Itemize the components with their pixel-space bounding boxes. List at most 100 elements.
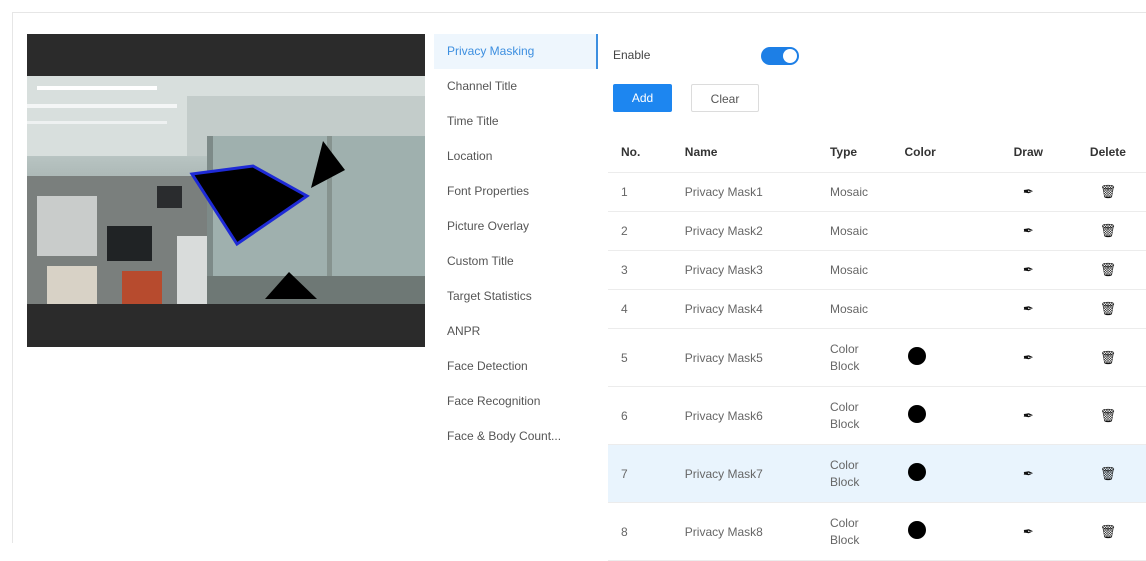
draw-cell: ✒: [986, 250, 1070, 290]
trash-icon[interactable]: 🗑: [1100, 262, 1117, 278]
menu-item-face-detection[interactable]: Face Detection: [434, 349, 598, 384]
table-row[interactable]: 6 Privacy Mask6 Color Block ✒ 🗑: [608, 386, 1146, 445]
table-row[interactable]: 8 Privacy Mask8 Color Block ✒ 🗑: [608, 502, 1146, 561]
trash-icon[interactable]: 🗑: [1100, 524, 1117, 540]
table-row[interactable]: 1 Privacy Mask1 Mosaic ✒ 🗑: [608, 172, 1146, 212]
header-color: Color: [903, 132, 987, 173]
mask-type-cell: Mosaic: [828, 211, 904, 251]
delete-cell: 🗑: [1069, 386, 1146, 445]
video-preview[interactable]: [27, 34, 425, 347]
mask-type-cell: Color Block: [828, 328, 904, 387]
enable-label: Enable: [613, 48, 651, 62]
mask-name: Privacy Mask6: [683, 386, 829, 445]
mask-type-cell: Mosaic: [828, 172, 904, 212]
mask-color-cell: [903, 502, 987, 561]
mask-type: Mosaic: [829, 301, 868, 316]
mask-name: Privacy Mask2: [683, 211, 829, 251]
header-no: No.: [608, 132, 684, 173]
row-number: 6: [608, 386, 684, 445]
mask-color-cell: [903, 289, 987, 329]
toggle-knob: [783, 49, 797, 63]
menu-item-custom-title[interactable]: Custom Title: [434, 244, 598, 279]
mask-type-cell: Color Block: [828, 444, 904, 503]
pencil-icon[interactable]: ✒: [1023, 350, 1034, 366]
delete-cell: 🗑: [1069, 328, 1146, 387]
mask-name: Privacy Mask1: [683, 172, 829, 212]
row-number: 5: [608, 328, 684, 387]
header-type: Type: [828, 132, 904, 173]
header-draw: Draw: [986, 132, 1070, 173]
color-swatch[interactable]: [907, 463, 926, 481]
mask-name: Privacy Mask3: [683, 250, 829, 290]
delete-cell: 🗑: [1069, 250, 1146, 290]
pencil-icon[interactable]: ✒: [1023, 524, 1034, 540]
menu-item-face-body-count[interactable]: Face & Body Count...: [434, 419, 598, 454]
menu-item-time-title[interactable]: Time Title: [434, 104, 598, 139]
add-button[interactable]: Add: [613, 84, 672, 112]
enable-toggle[interactable]: [761, 47, 799, 65]
draw-cell: ✒: [986, 444, 1070, 503]
mask-type-cell: Mosaic: [828, 289, 904, 329]
row-number: 1: [608, 172, 684, 212]
draw-cell: ✒: [986, 502, 1070, 561]
table-row[interactable]: 5 Privacy Mask5 Color Block ✒ 🗑: [608, 328, 1146, 387]
row-number: 3: [608, 250, 684, 290]
trash-icon[interactable]: 🗑: [1100, 301, 1117, 317]
delete-cell: 🗑: [1069, 502, 1146, 561]
table-row[interactable]: 3 Privacy Mask3 Mosaic ✒ 🗑: [608, 250, 1146, 290]
trash-icon[interactable]: 🗑: [1100, 223, 1117, 239]
pencil-icon[interactable]: ✒: [1023, 184, 1034, 200]
mask-name: Privacy Mask7: [683, 444, 829, 503]
trash-icon[interactable]: 🗑: [1100, 408, 1117, 424]
side-menu: Privacy Masking Channel Title Time Title Lo…: [434, 34, 598, 454]
row-number: 2: [608, 211, 684, 251]
delete-cell: 🗑: [1069, 211, 1146, 251]
menu-item-face-recognition[interactable]: Face Recognition: [434, 384, 598, 419]
pencil-icon[interactable]: ✒: [1023, 408, 1034, 424]
table-row[interactable]: 2 Privacy Mask2 Mosaic ✒ 🗑: [608, 211, 1146, 251]
pencil-icon[interactable]: ✒: [1023, 301, 1034, 317]
menu-item-font-properties[interactable]: Font Properties: [434, 174, 598, 209]
color-swatch[interactable]: [907, 405, 926, 423]
mask-type-cell: Color Block: [828, 502, 904, 561]
draw-cell: ✒: [986, 211, 1070, 251]
mask-type: Mosaic: [829, 184, 868, 199]
menu-item-target-statistics[interactable]: Target Statistics: [434, 279, 598, 314]
pencil-icon[interactable]: ✒: [1023, 223, 1034, 239]
menu-item-anpr[interactable]: ANPR: [434, 314, 598, 349]
table-row[interactable]: 4 Privacy Mask4 Mosaic ✒ 🗑: [608, 289, 1146, 329]
row-number: 8: [608, 502, 684, 561]
menu-item-privacy-masking[interactable]: Privacy Masking: [434, 34, 598, 69]
table-header-row: No. Name Type Color Draw Delete: [608, 132, 1146, 173]
trash-icon[interactable]: 🗑: [1100, 184, 1117, 200]
pencil-icon[interactable]: ✒: [1023, 466, 1034, 482]
mask-type-cell: Mosaic: [828, 250, 904, 290]
mask-name: Privacy Mask8: [683, 502, 829, 561]
row-number: 7: [608, 444, 684, 503]
delete-cell: 🗑: [1069, 172, 1146, 212]
privacy-mask-table: No. Name Type Color Draw Delete 1 Privacy…: [608, 132, 1146, 561]
mask-color-cell: [903, 328, 987, 387]
camera-scene: [27, 76, 425, 304]
pencil-icon[interactable]: ✒: [1023, 262, 1034, 278]
clear-button[interactable]: Clear: [691, 84, 759, 112]
trash-icon[interactable]: 🗑: [1100, 350, 1117, 366]
mask-name: Privacy Mask5: [683, 328, 829, 387]
header-name: Name: [683, 132, 829, 173]
draw-cell: ✒: [986, 386, 1070, 445]
mask-color-cell: [903, 386, 987, 445]
menu-item-channel-title[interactable]: Channel Title: [434, 69, 598, 104]
color-swatch[interactable]: [907, 521, 926, 539]
color-swatch[interactable]: [907, 347, 926, 365]
row-number: 4: [608, 289, 684, 329]
menu-item-picture-overlay[interactable]: Picture Overlay: [434, 209, 598, 244]
delete-cell: 🗑: [1069, 444, 1146, 503]
mask-color-cell: [903, 172, 987, 212]
draw-cell: ✒: [986, 172, 1070, 212]
mask-type: Color Block: [829, 399, 860, 431]
menu-item-location[interactable]: Location: [434, 139, 598, 174]
trash-icon[interactable]: 🗑: [1100, 466, 1117, 482]
table-row[interactable]: 7 Privacy Mask7 Color Block ✒ 🗑: [608, 444, 1146, 503]
mask-color-cell: [903, 250, 987, 290]
enable-row: Enable: [613, 44, 799, 66]
